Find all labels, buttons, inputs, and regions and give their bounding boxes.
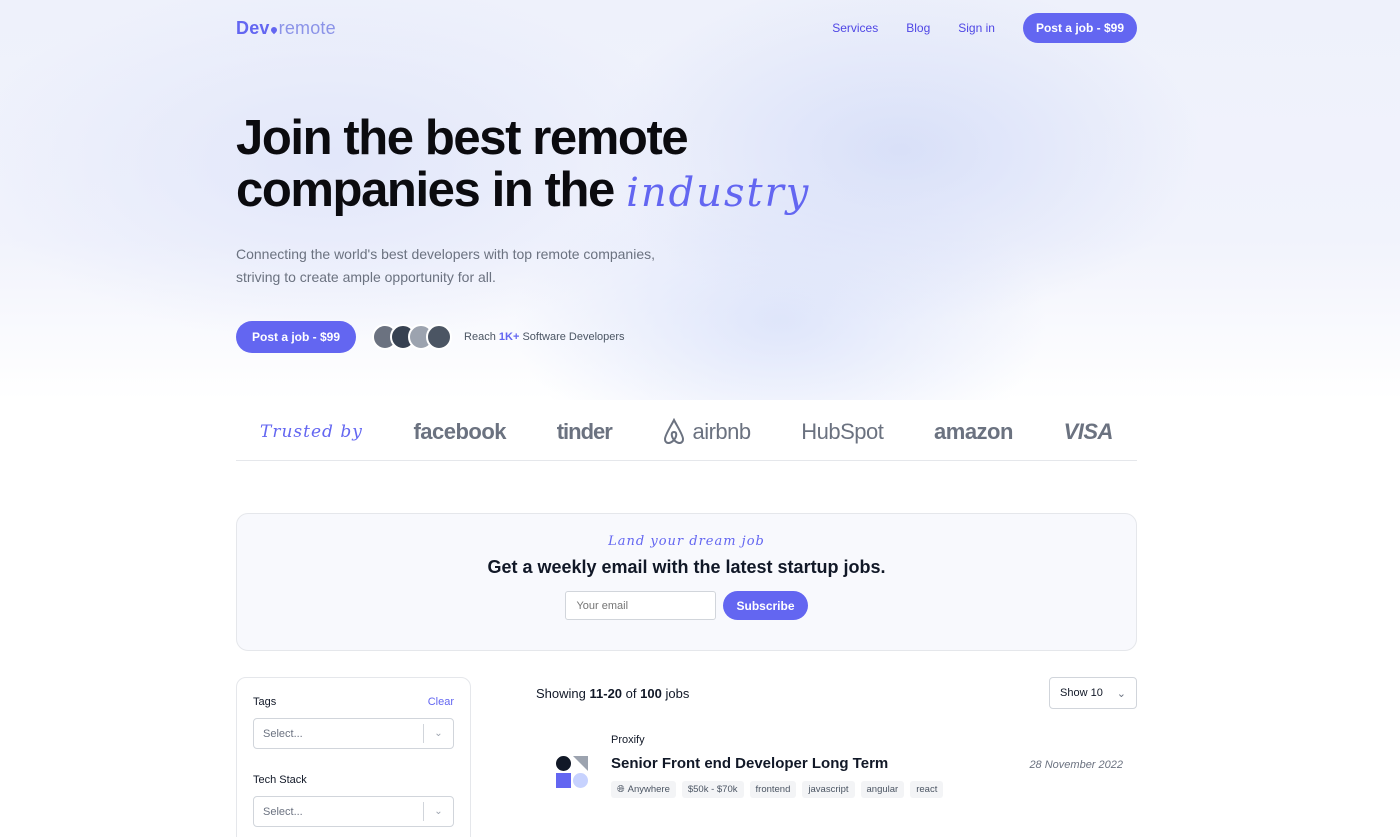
hero-headline: Join the best remote companies in the in… (236, 112, 1137, 219)
of-word: of (625, 685, 637, 701)
newsletter-box: Land your dream job Get a weekly email w… (236, 513, 1137, 651)
hubspot-logo: HubSpot (801, 419, 884, 444)
reach-count: 1K+ (498, 331, 520, 343)
clear-filters-link[interactable]: Clear (428, 696, 454, 708)
chevron-down-icon: ⌄ (423, 802, 453, 821)
site-header: Dev remote Services Blog Sign in Post a … (236, 12, 1137, 44)
tags-label: Tags (253, 696, 277, 708)
hero-section: Join the best remote companies in the in… (236, 112, 1137, 353)
company-logo (556, 756, 590, 790)
tags-filter-header: Tags Clear (253, 696, 454, 708)
newsletter-form: Subscribe (237, 591, 1136, 620)
subtitle-line-2: striving to create ample opportunity for… (236, 269, 496, 285)
listing-header: Showing 11-20 of 100 jobs Show 10 ⌄ (536, 677, 1137, 709)
headline-script-word: industry (626, 170, 811, 216)
hero-subtitle: Connecting the world's best developers w… (236, 243, 676, 289)
results-total: 100 (640, 685, 662, 701)
chevron-down-icon: ⌄ (1116, 687, 1126, 700)
subscribe-button[interactable]: Subscribe (723, 591, 808, 620)
job-card[interactable]: Proxify Senior Front end Developer Long … (536, 729, 1137, 837)
headline-line-1: Join the best remote (236, 111, 689, 165)
location-label: Anywhere (627, 784, 670, 795)
newsletter-title: Get a weekly email with the latest start… (487, 557, 886, 577)
post-job-header-button[interactable]: Post a job - $99 (1022, 13, 1137, 43)
email-input[interactable] (565, 591, 717, 620)
tech-stack-select-placeholder: Select... (263, 805, 303, 818)
facebook-logo: facebook (413, 419, 507, 444)
visa-logo: VISA (1063, 419, 1114, 444)
globe-icon: 🌐︎ (617, 784, 625, 795)
reach-text: Reach 1K+ Software Developers (464, 331, 625, 343)
job-date: 28 November 2022 (1029, 759, 1123, 771)
avatar (426, 324, 453, 350)
main-nav: Services Blog Sign in Post a job - $99 (832, 13, 1137, 43)
skill-tag[interactable]: frontend (749, 781, 797, 798)
amazon-logo: amazon (934, 419, 1013, 444)
location-tag[interactable]: 🌐︎ Anywhere (611, 781, 676, 798)
salary-tag[interactable]: $50k - $70k (681, 781, 744, 798)
pin-icon (269, 25, 278, 35)
job-listing: Showing 11-20 of 100 jobs Show 10 ⌄ Prox… (536, 677, 1137, 837)
company-name: Proxify (611, 734, 645, 746)
logo-text-remote: remote (278, 17, 336, 38)
job-tags: 🌐︎ Anywhere $50k - $70k frontend javascr… (611, 781, 944, 798)
nav-sign-in[interactable]: Sign in (958, 21, 995, 35)
post-job-hero-button[interactable]: Post a job - $99 (236, 321, 357, 353)
tags-select[interactable]: Select... ⌄ (253, 718, 454, 749)
subtitle-line-1: Connecting the world's best developers w… (236, 246, 656, 262)
skill-tag[interactable]: react (910, 781, 944, 798)
newsletter-tagline: Land your dream job (608, 534, 765, 549)
results-count: Showing 11-20 of 100 jobs (536, 686, 689, 701)
tags-select-placeholder: Select... (263, 727, 303, 740)
job-title[interactable]: Senior Front end Developer Long Term (611, 755, 888, 772)
logo-text-dev: Dev (236, 17, 270, 38)
reach-prefix: Reach (464, 331, 496, 343)
hero-cta-row: Post a job - $99 Reach 1K+ Software Deve… (236, 321, 1137, 353)
results-range: 11-20 (589, 685, 623, 701)
headline-line-2: companies in the (236, 163, 615, 217)
jobs-word: jobs (665, 685, 690, 701)
trusted-by-label: Trusted by (260, 422, 363, 442)
reach-suffix: Software Developers (522, 331, 625, 343)
tech-stack-select[interactable]: Select... ⌄ (253, 796, 454, 827)
chevron-down-icon: ⌄ (423, 724, 453, 743)
showing-prefix: Showing (536, 685, 586, 701)
airbnb-icon (664, 418, 685, 444)
skill-tag[interactable]: javascript (802, 781, 855, 798)
developer-avatars (372, 324, 453, 350)
skill-tag[interactable]: angular (860, 781, 905, 798)
page-size-value: Show 10 (1060, 687, 1103, 699)
tinder-logo: tinder (556, 419, 613, 444)
filters-panel: Tags Clear Select... ⌄ Tech Stack Select… (236, 677, 471, 837)
page-size-select[interactable]: Show 10 ⌄ (1049, 677, 1137, 709)
airbnb-logo: airbnb (662, 418, 751, 446)
trusted-by-bar: Trusted by facebook tinder airbnb HubSpo… (236, 404, 1137, 461)
logo[interactable]: Dev remote (236, 18, 336, 39)
airbnb-wordmark: airbnb (692, 419, 751, 444)
tech-stack-label: Tech Stack (253, 774, 307, 786)
nav-services[interactable]: Services (832, 21, 878, 35)
nav-blog[interactable]: Blog (906, 21, 930, 35)
